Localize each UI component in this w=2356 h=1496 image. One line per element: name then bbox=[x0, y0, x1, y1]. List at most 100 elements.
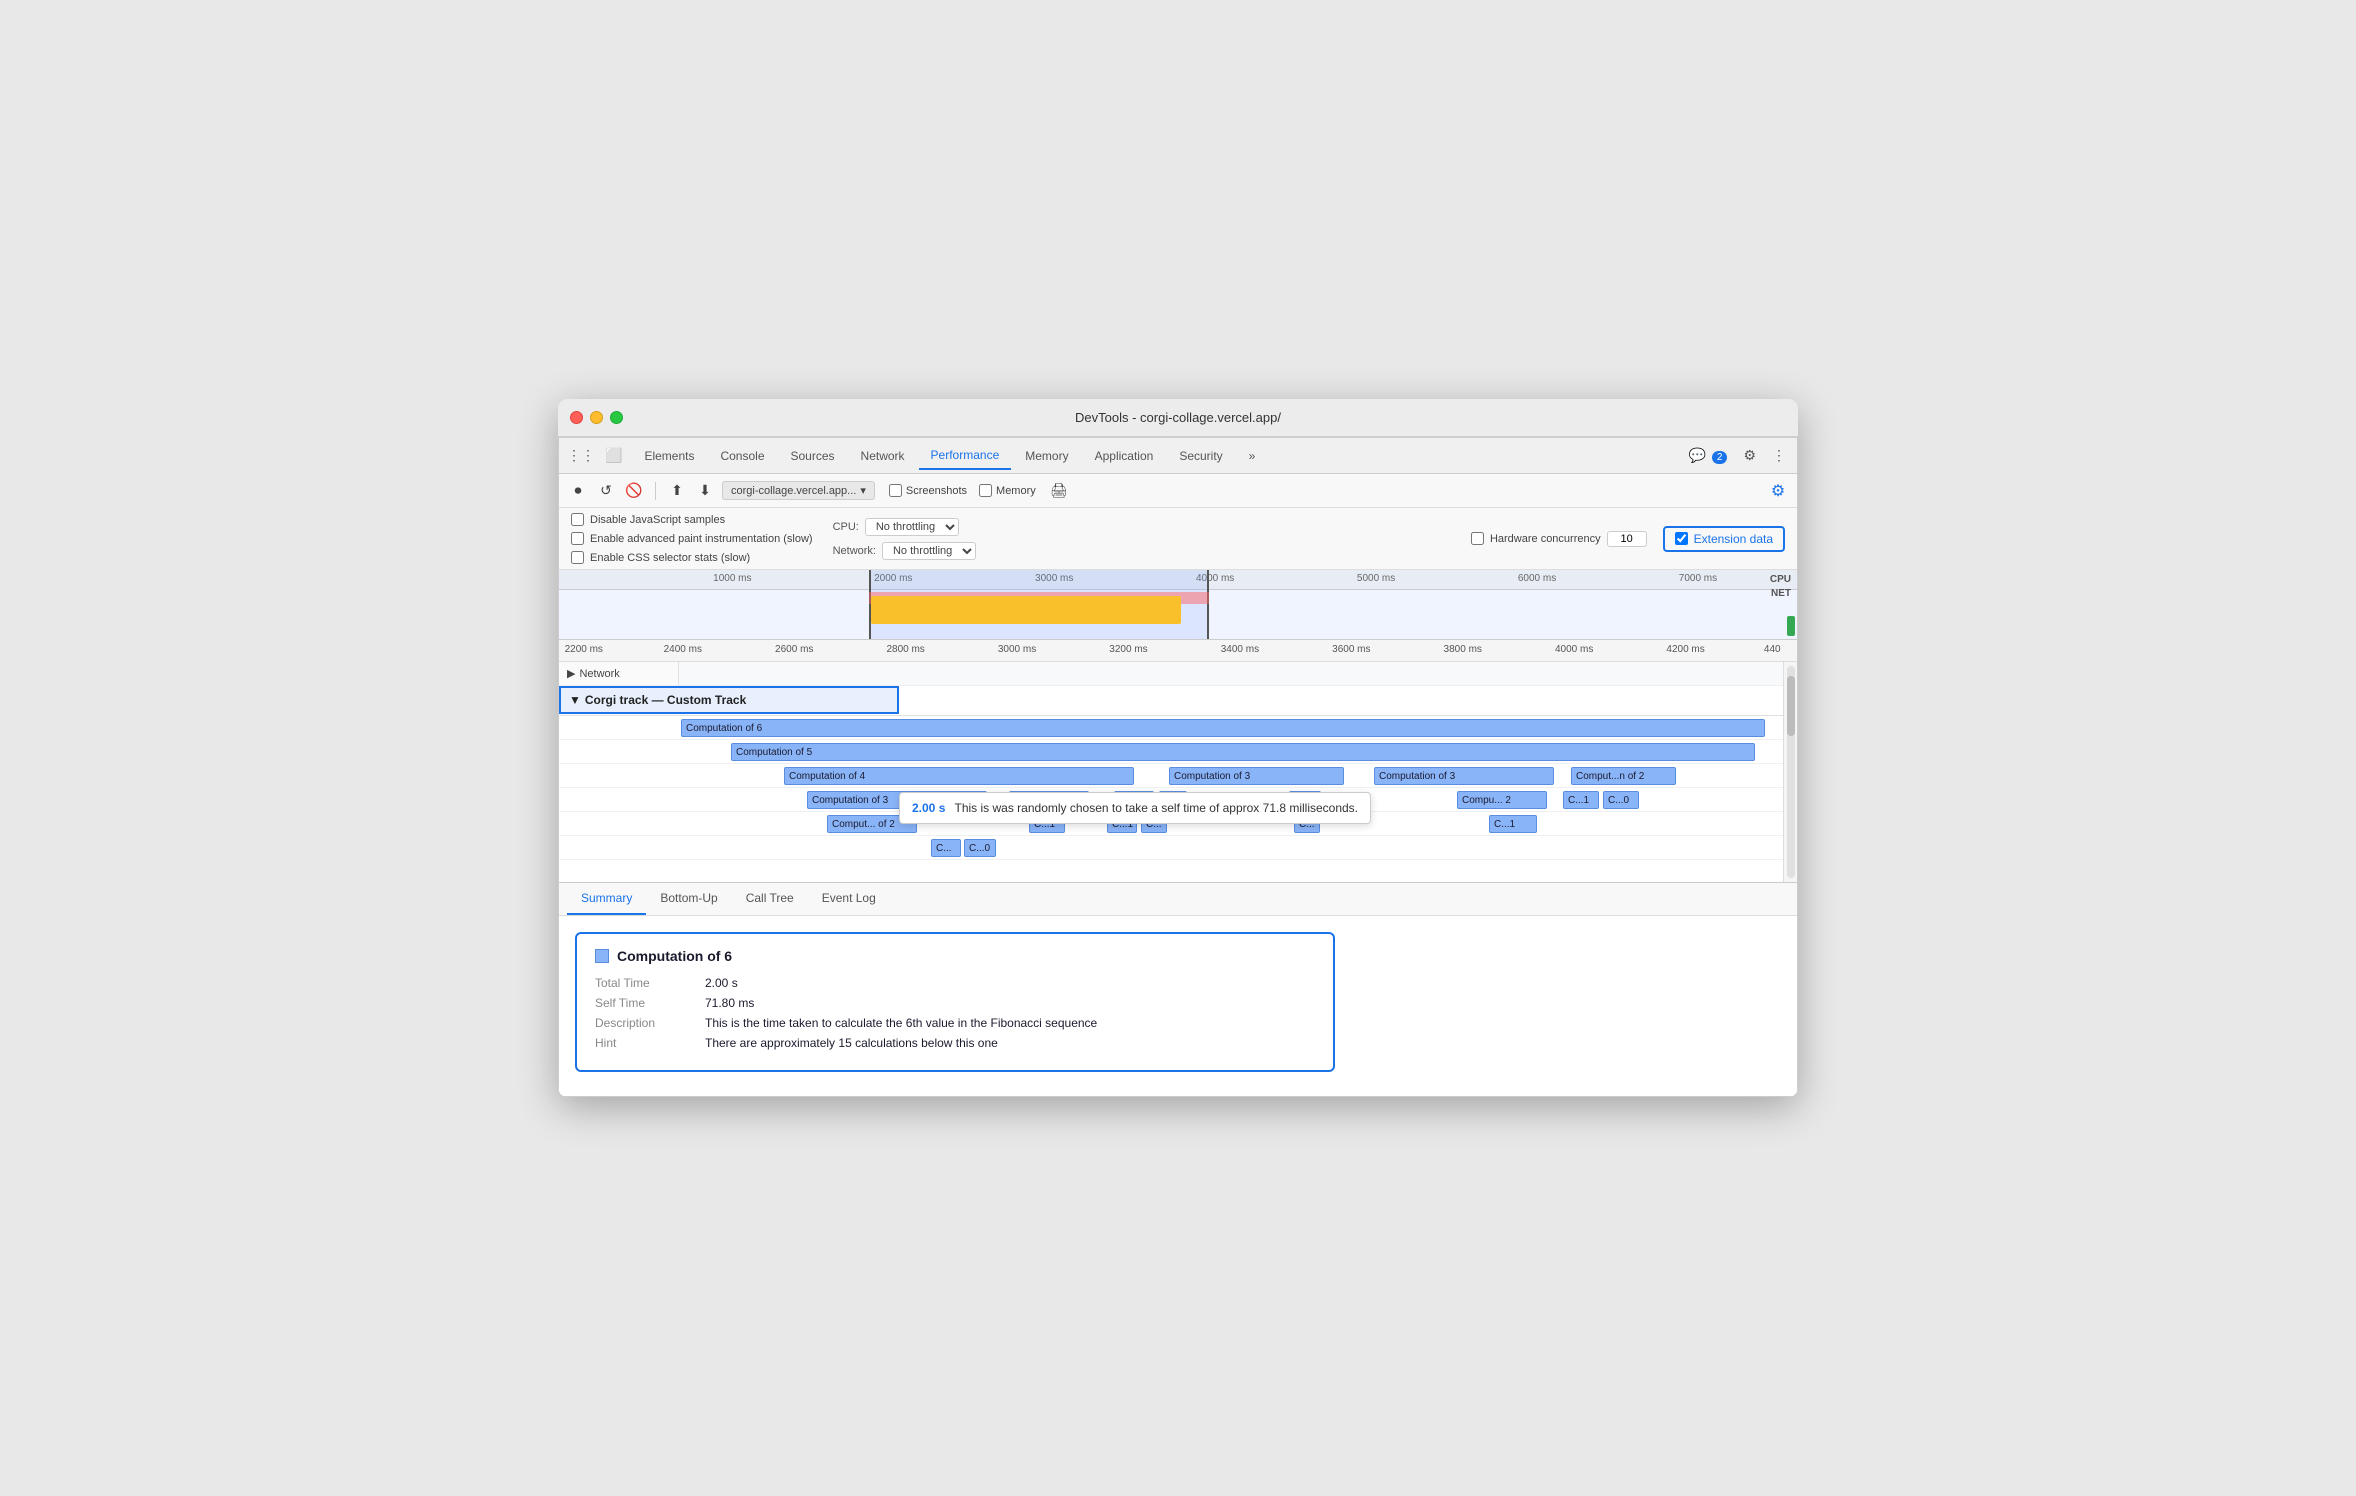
traffic-lights bbox=[570, 411, 623, 424]
c0-b[interactable]: C...0 bbox=[964, 839, 996, 857]
timeline-wrapper: 1000 ms 2000 ms 3000 ms 4000 ms 5000 ms … bbox=[559, 570, 1797, 882]
main-tick-4200: 4200 ms bbox=[1666, 644, 1704, 655]
c0-a[interactable]: C...0 bbox=[1603, 791, 1639, 809]
cpu-throttling-select[interactable]: No throttling bbox=[865, 518, 959, 536]
tab-bottom-up[interactable]: Bottom-Up bbox=[646, 883, 731, 915]
main-tick-3000: 3000 ms bbox=[998, 644, 1036, 655]
c1-e[interactable]: C...1 bbox=[1489, 815, 1537, 833]
title-bar: DevTools - corgi-collage.vercel.app/ bbox=[558, 399, 1798, 437]
net-label: NET bbox=[1771, 588, 1791, 599]
tab-memory[interactable]: Memory bbox=[1013, 443, 1080, 469]
hw-concurrency-checkbox[interactable] bbox=[1471, 532, 1484, 545]
c1-b[interactable]: C...1 bbox=[1563, 791, 1599, 809]
green-indicator bbox=[1787, 616, 1795, 636]
tab-console[interactable]: Console bbox=[708, 443, 776, 469]
tab-right-icons: 💬 2 ⚙ ⋮ bbox=[1686, 444, 1789, 467]
option-css: Enable CSS selector stats (slow) bbox=[571, 551, 813, 564]
download-button[interactable]: ⬇ bbox=[694, 480, 716, 502]
cpu-yellow-bar bbox=[871, 596, 1181, 624]
comp-row-3: Computation of 4 Computation of 3 Comput… bbox=[559, 764, 1783, 788]
options-bar: Disable JavaScript samples Enable advanc… bbox=[559, 508, 1797, 570]
tab-security[interactable]: Security bbox=[1167, 443, 1234, 469]
screenshots-check[interactable]: Screenshots bbox=[889, 484, 967, 497]
summary-color-indicator bbox=[595, 949, 609, 963]
corgi-track-label[interactable]: ▼ Corgi track — Custom Track bbox=[559, 686, 899, 714]
comp-of-2-a[interactable]: Comput...n of 2 bbox=[1571, 767, 1676, 785]
minimize-button[interactable] bbox=[590, 411, 603, 424]
comp-row-1: Computation of 6 bbox=[559, 716, 1783, 740]
hw-concurrency-input[interactable] bbox=[1607, 531, 1647, 547]
memory-check[interactable]: Memory bbox=[979, 484, 1036, 497]
comp-of-3-a[interactable]: Computation of 3 bbox=[1169, 767, 1344, 785]
settings-icon[interactable]: ⚙ bbox=[1740, 444, 1759, 467]
comp-row-6: C... C...0 bbox=[559, 836, 1783, 860]
summary-total-time-row: Total Time 2.00 s bbox=[595, 976, 1315, 990]
responsive-icon[interactable]: ⬜ bbox=[605, 447, 622, 464]
more-options-icon[interactable]: ⋮ bbox=[1769, 444, 1789, 467]
cpu-label: CPU bbox=[1770, 574, 1791, 585]
network-expand-icon: ▶ bbox=[567, 667, 575, 680]
tab-performance[interactable]: Performance bbox=[919, 442, 1012, 470]
timeline-overview[interactable]: 1000 ms 2000 ms 3000 ms 4000 ms 5000 ms … bbox=[559, 570, 1797, 640]
tick-5000: 5000 ms bbox=[1357, 573, 1395, 584]
main-ruler: 2200 ms 2400 ms 2600 ms 2800 ms 3000 ms … bbox=[559, 640, 1797, 662]
tick-7000: 7000 ms bbox=[1679, 573, 1717, 584]
comp-2-c[interactable]: Compu... 2 bbox=[1457, 791, 1547, 809]
comp-of-3-b[interactable]: Computation of 3 bbox=[1374, 767, 1554, 785]
summary-title: Computation of 6 bbox=[595, 948, 1315, 964]
bottom-tabs: Summary Bottom-Up Call Tree Event Log bbox=[559, 883, 1797, 916]
devtools-icon[interactable]: ⋮⋮ bbox=[567, 447, 595, 464]
tab-sources[interactable]: Sources bbox=[779, 443, 847, 469]
summary-card: Computation of 6 Total Time 2.00 s Self … bbox=[575, 932, 1335, 1072]
network-track-content bbox=[679, 662, 1783, 685]
extension-data-checkbox[interactable] bbox=[1675, 532, 1688, 545]
upload-button[interactable]: ⬆ bbox=[666, 480, 688, 502]
devtools-content: ⋮⋮ ⬜ Elements Console Sources Network Pe… bbox=[558, 437, 1798, 1097]
main-tick-2800: 2800 ms bbox=[886, 644, 924, 655]
toolbar-icon[interactable]: 🖨 bbox=[1048, 480, 1070, 502]
option-paint: Enable advanced paint instrumentation (s… bbox=[571, 532, 813, 545]
c-e[interactable]: C... bbox=[931, 839, 961, 857]
maximize-button[interactable] bbox=[610, 411, 623, 424]
chat-badge: 2 bbox=[1712, 451, 1728, 464]
url-dropdown-icon: ▾ bbox=[860, 484, 866, 497]
toolbar-separator bbox=[655, 482, 656, 500]
main-tick-2600: 2600 ms bbox=[775, 644, 813, 655]
main-tick-3800: 3800 ms bbox=[1444, 644, 1482, 655]
paint-checkbox[interactable] bbox=[571, 532, 584, 545]
tab-network[interactable]: Network bbox=[849, 443, 917, 469]
settings-gear-icon[interactable]: ⚙ bbox=[1767, 480, 1789, 502]
css-checkbox[interactable] bbox=[571, 551, 584, 564]
comp-of-5[interactable]: Computation of 5 bbox=[731, 743, 1755, 761]
clear-button[interactable]: 🚫 bbox=[623, 480, 645, 502]
refresh-button[interactable]: ↺ bbox=[595, 480, 617, 502]
tab-bar: ⋮⋮ ⬜ Elements Console Sources Network Pe… bbox=[559, 438, 1797, 474]
network-track-label[interactable]: ▶ Network bbox=[559, 662, 679, 685]
record-button[interactable]: ⏺ bbox=[567, 480, 589, 502]
tick-6000: 6000 ms bbox=[1518, 573, 1556, 584]
comp-of-6[interactable]: Computation of 6 bbox=[681, 719, 1765, 737]
tab-more[interactable]: » bbox=[1237, 443, 1268, 469]
comp-of-4[interactable]: Computation of 4 bbox=[784, 767, 1134, 785]
main-tick-440: 440 bbox=[1764, 644, 1781, 655]
tab-call-tree[interactable]: Call Tree bbox=[732, 883, 808, 915]
extension-data-toggle[interactable]: Extension data bbox=[1663, 526, 1785, 552]
network-throttling-select[interactable]: No throttling bbox=[882, 542, 976, 560]
comp-row-6-content: C... C...0 bbox=[679, 836, 1783, 859]
url-chip[interactable]: corgi-collage.vercel.app... ▾ bbox=[722, 481, 875, 500]
scrollbar-handle[interactable] bbox=[1787, 676, 1795, 736]
memory-checkbox[interactable] bbox=[979, 484, 992, 497]
tab-application[interactable]: Application bbox=[1083, 443, 1166, 469]
screenshots-checkbox[interactable] bbox=[889, 484, 902, 497]
option-hw: Hardware concurrency bbox=[1471, 531, 1647, 547]
tab-summary[interactable]: Summary bbox=[567, 883, 646, 915]
network-track-row: ▶ Network bbox=[559, 662, 1783, 686]
tab-elements[interactable]: Elements bbox=[632, 443, 706, 469]
close-button[interactable] bbox=[570, 411, 583, 424]
option-js-samples: Disable JavaScript samples bbox=[571, 513, 813, 526]
comp-row-2-content: Computation of 5 bbox=[679, 740, 1783, 763]
timeline-scrollbar[interactable] bbox=[1783, 662, 1797, 882]
tab-event-log[interactable]: Event Log bbox=[808, 883, 890, 915]
js-samples-checkbox[interactable] bbox=[571, 513, 584, 526]
chat-icon[interactable]: 💬 2 bbox=[1686, 444, 1731, 467]
